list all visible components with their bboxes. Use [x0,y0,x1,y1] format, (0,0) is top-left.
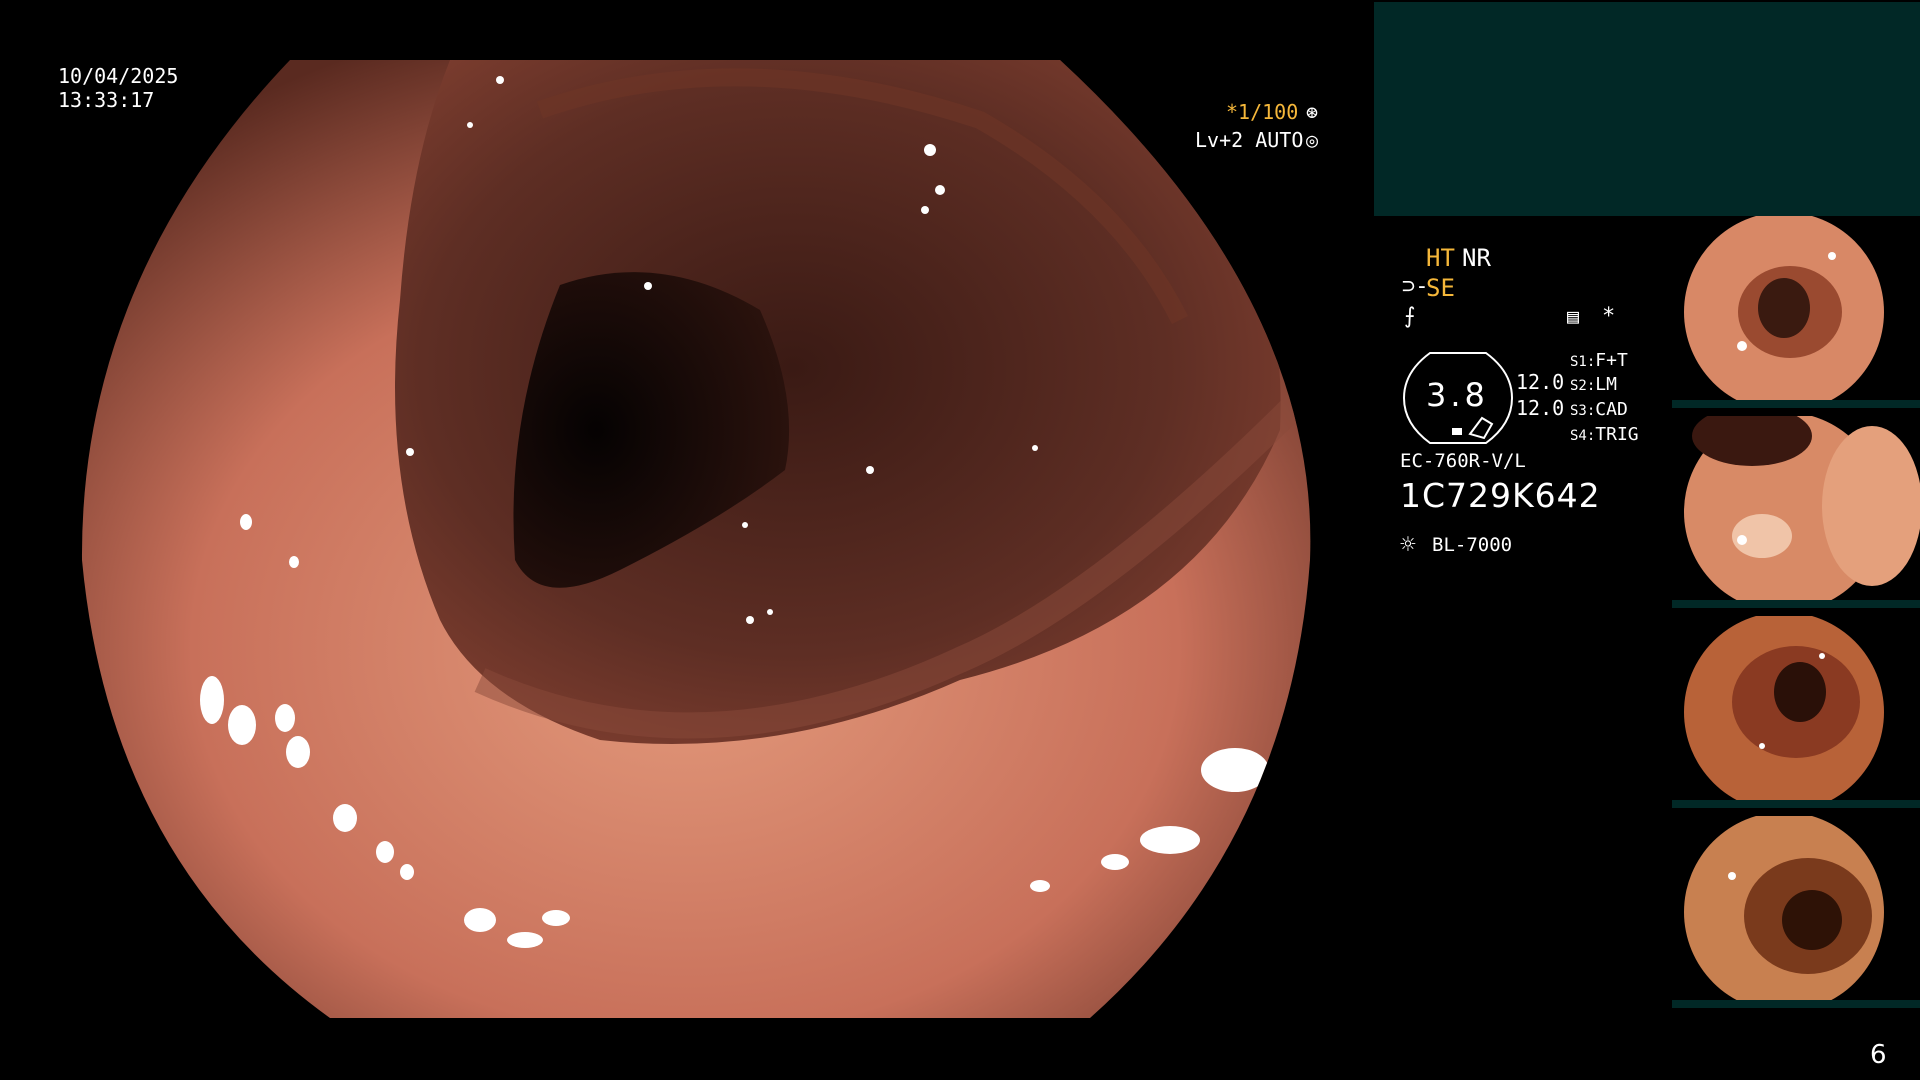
value-a: 12.0 [1516,370,1565,394]
light-source: BL-7000 [1432,534,1513,556]
page-number: 6 [1870,1040,1887,1070]
scope-serial: 1C729K642 [1400,476,1601,515]
f-symbol-icon: ⨍ [1404,304,1416,329]
sun-icon: ☼ [1400,530,1416,560]
light-level: Lv+2 AUTO [1195,128,1304,152]
thumbnail-bar [1672,1000,1920,1008]
time-readout: 13:33:17 [58,88,155,112]
thumbnail-image [1684,616,1884,808]
aperture-icon: ⊛ [1306,100,1319,124]
endoscope-view [0,0,1370,1080]
thumbnail-bar [1672,600,1920,608]
endoscope-image [81,60,1311,1018]
value-b: 12.0 [1516,396,1565,420]
thumbnail-bar [1672,400,1920,408]
thumbnail-4[interactable] [1672,816,1920,1008]
thumbnail-image [1684,216,1884,408]
switch-1: S1:F+T [1570,350,1628,371]
date-readout: 10/04/2025 [58,64,179,88]
thumbnail-bar [1672,800,1920,808]
ht-indicator: HT [1426,244,1455,272]
switch-2: S2:LM [1570,374,1617,395]
thumbnail-3[interactable] [1672,616,1920,808]
preview-area [1374,2,1920,216]
se-symbol-icon: ⊃- [1402,274,1429,299]
auto-iris-icon: ◎ [1306,128,1319,152]
se-indicator: SE [1426,274,1455,302]
thumbnail-image [1684,416,1920,608]
thumbnail-1[interactable] [1672,216,1920,408]
thumbnail-image [1684,816,1884,1008]
zoom-value: 3.8 [1426,376,1489,414]
star-indicator: * [1602,304,1616,329]
info-panel: HT NR ⊃- SE ⨍ ▤ * 3.8 12.0 12.0 S1:F+T S… [1374,230,1674,570]
memo-icon: ▤ [1567,304,1580,328]
scope-model: EC-760R-V/L [1400,450,1526,472]
switch-3: S3:CAD [1570,399,1628,420]
nr-indicator: NR [1462,244,1491,272]
thumbnail-2[interactable] [1672,416,1920,608]
switch-4: S4:TRIG [1570,424,1639,445]
